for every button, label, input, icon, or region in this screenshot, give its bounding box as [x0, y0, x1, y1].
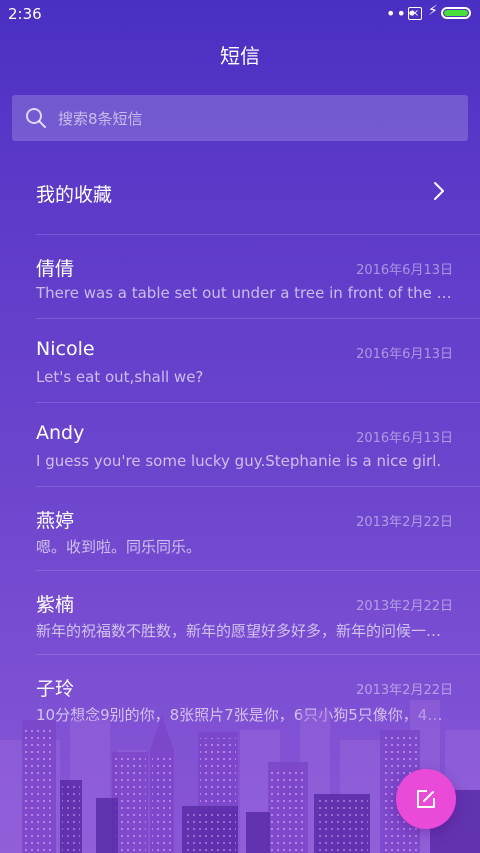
battery-icon	[441, 7, 471, 19]
compose-icon	[417, 790, 435, 808]
message-date: 2013年2月22日	[356, 515, 453, 530]
status-bar: 2:36 ••• × ⚡	[0, 0, 480, 28]
page-title: 短信	[220, 44, 260, 68]
contact-name: 倩倩	[36, 258, 75, 280]
search-bar[interactable]	[12, 95, 468, 143]
search-input[interactable]	[56, 95, 460, 143]
message-date: 2016年6月13日	[356, 347, 453, 362]
conversation-item[interactable]: 燕婷 2013年2月22日 嗯。收到啦。同乐同乐。	[0, 486, 480, 570]
message-preview: Let's eat out,shall we?	[36, 368, 204, 386]
conversation-item[interactable]: 倩倩 2016年6月13日 There was a table set out …	[0, 234, 480, 318]
contact-name: 子玲	[36, 678, 75, 700]
battery-level	[444, 10, 468, 16]
status-time: 2:36	[8, 5, 42, 23]
message-date: 2016年6月13日	[356, 263, 453, 278]
message-preview: 嗯。收到啦。同乐同乐。	[36, 538, 202, 556]
message-date: 2013年2月22日	[356, 683, 453, 698]
conversation-item[interactable]: Nicole 2016年6月13日 Let's eat out,shall we…	[0, 318, 480, 402]
message-date: 2013年2月22日	[356, 599, 453, 614]
no-sim-icon: ×	[408, 7, 422, 20]
message-preview: I guess you're some lucky guy.Stephanie …	[36, 452, 442, 470]
message-preview: 新年的祝福数不胜数，新年的愿望好多好多，新年的问候一条条	[36, 622, 454, 640]
contact-name: Andy	[36, 422, 85, 444]
message-preview: There was a table set out under a tree i…	[36, 284, 454, 302]
contact-name: 紫楠	[36, 594, 75, 616]
contact-name: Nicole	[36, 338, 95, 360]
conversation-item[interactable]: Andy 2016年6月13日 I guess you're some luck…	[0, 402, 480, 486]
chevron-right-icon	[434, 182, 444, 200]
contact-name: 燕婷	[36, 510, 75, 532]
message-preview: 10分想念9别的你，8张照片7张是你，6只小狗5只像你，4季都想你	[36, 706, 454, 724]
conversation-item[interactable]: 紫楠 2013年2月22日 新年的祝福数不胜数，新年的愿望好多好多，新年的问候一…	[0, 570, 480, 654]
message-date: 2016年6月13日	[356, 431, 453, 446]
favorites-item[interactable]: 我的收藏	[0, 150, 480, 234]
charging-icon: ⚡	[428, 3, 438, 19]
conversation-item[interactable]: 子玲 2013年2月22日 10分想念9别的你，8张照片7张是你，6只小狗5只像…	[0, 654, 480, 738]
compose-button[interactable]	[396, 769, 456, 829]
favorites-label: 我的收藏	[36, 184, 113, 206]
search-icon	[26, 108, 46, 128]
